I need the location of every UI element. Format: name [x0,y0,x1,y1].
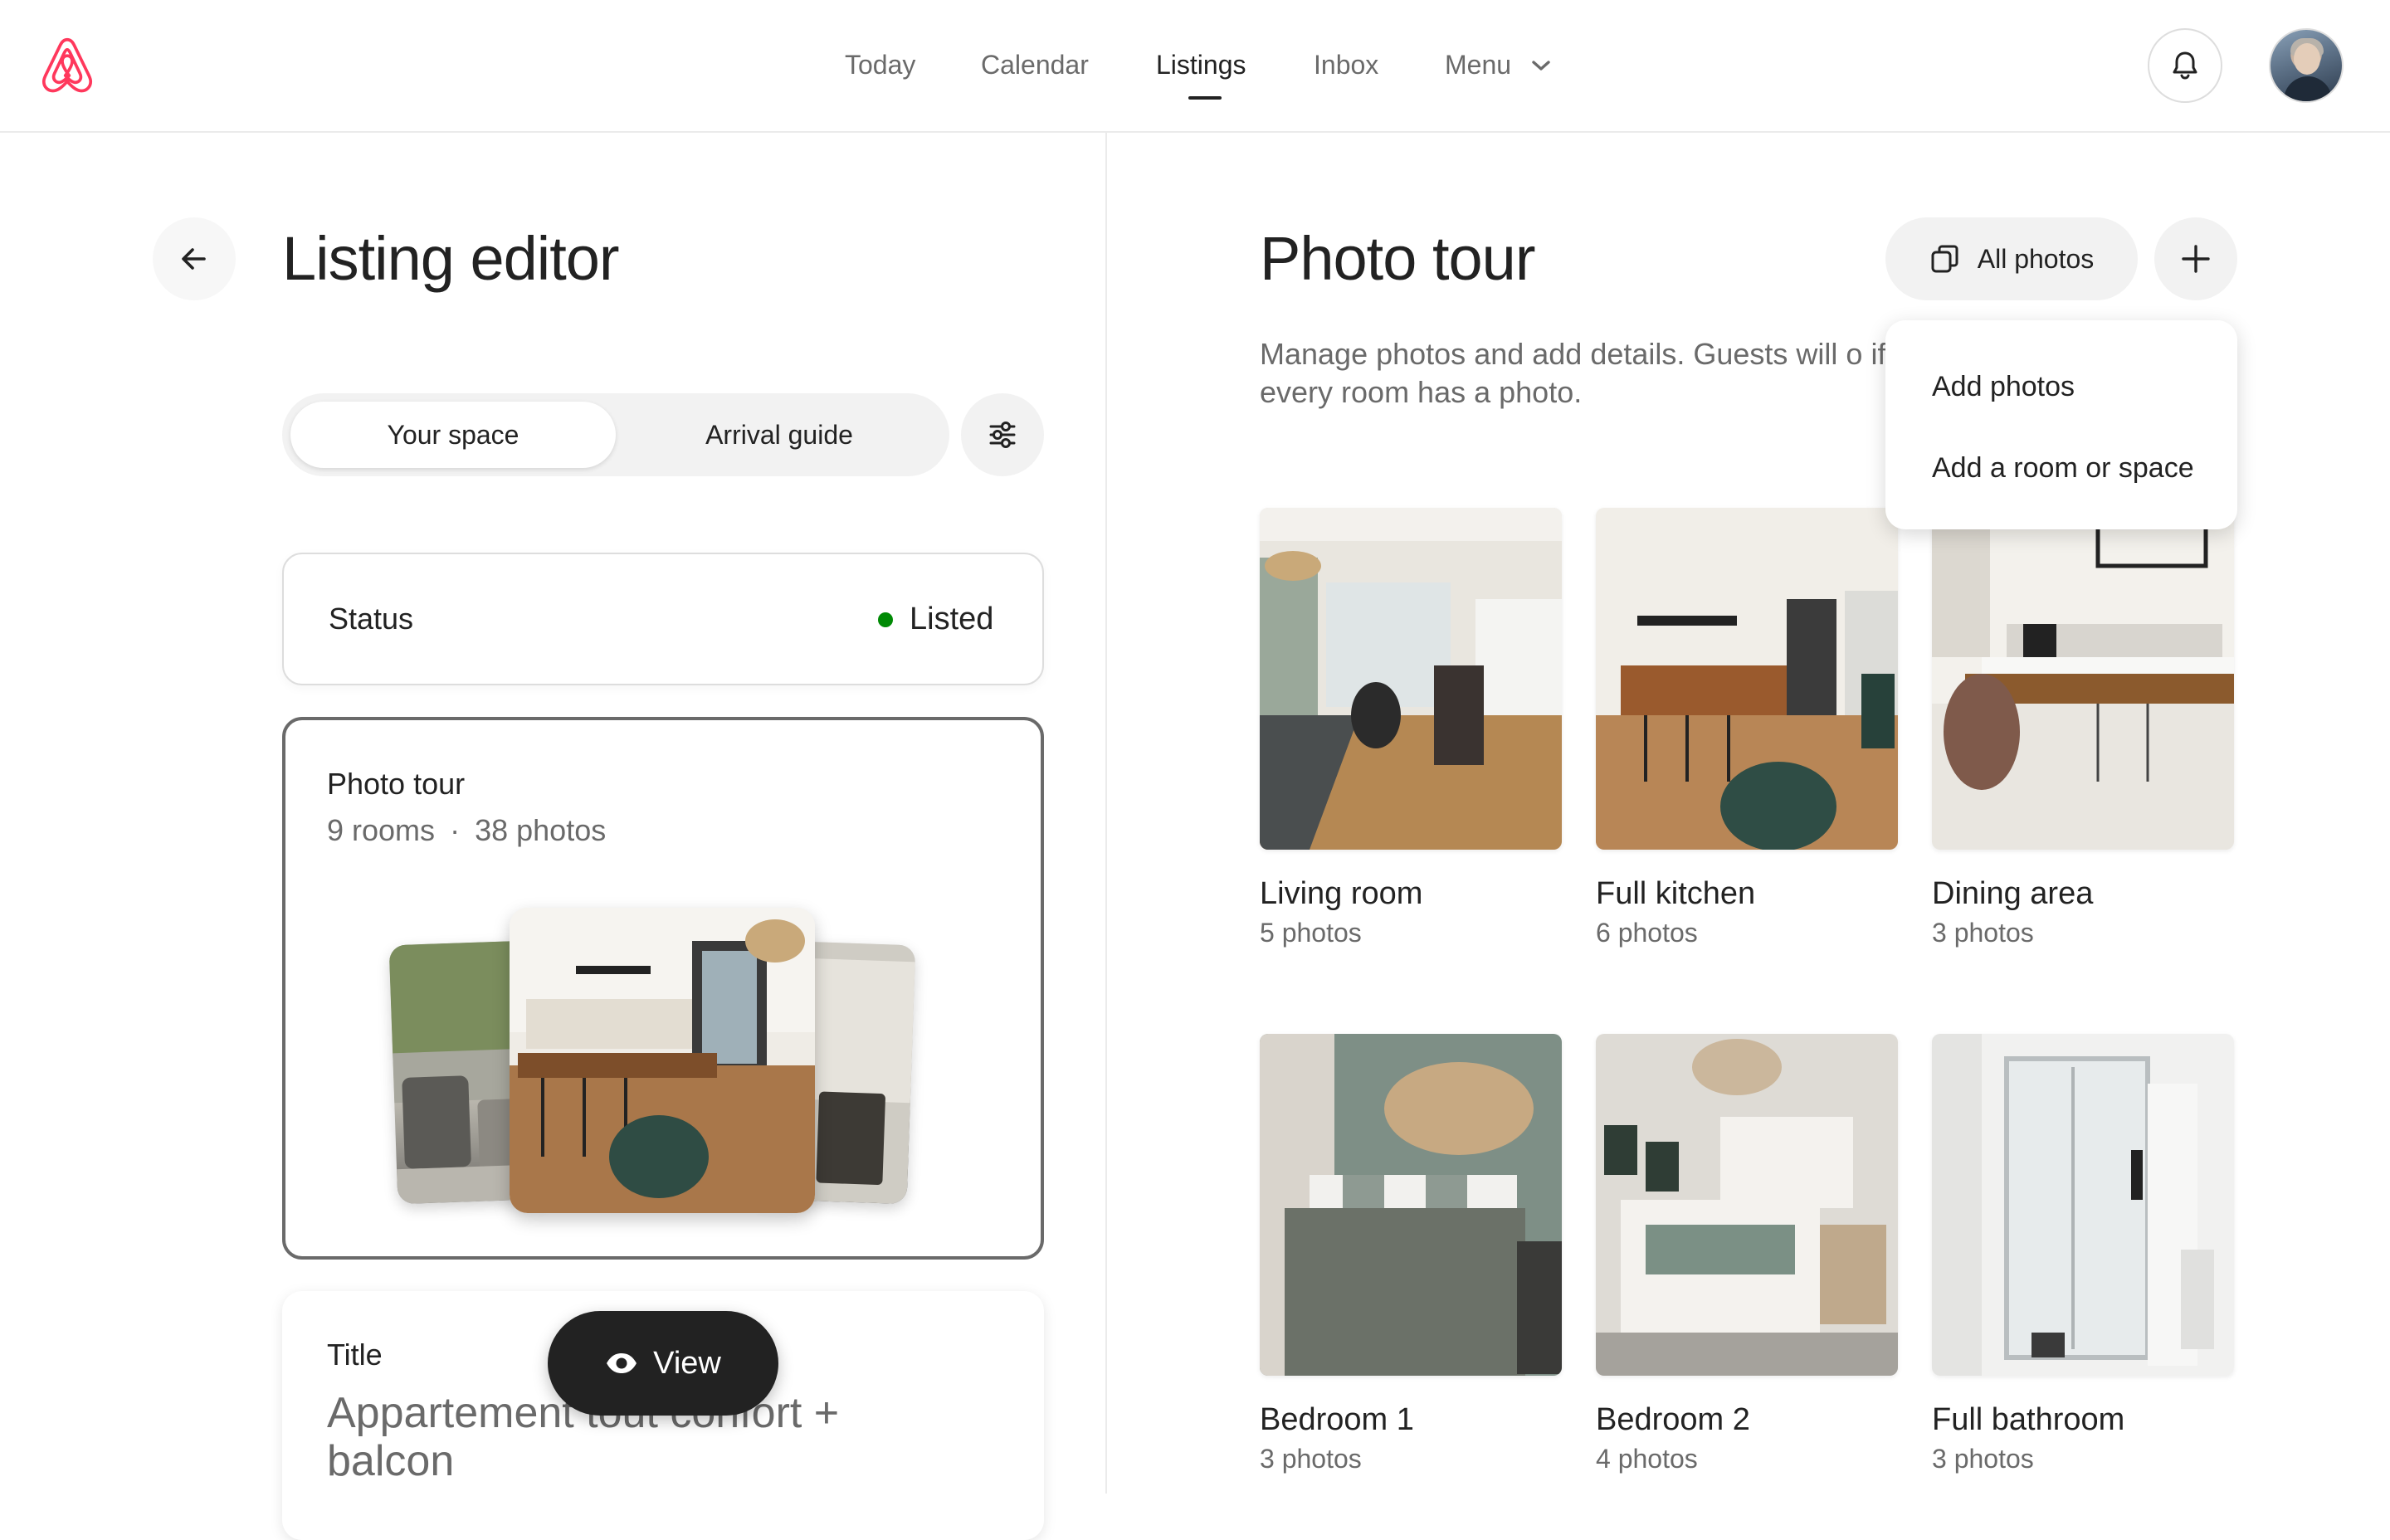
room-card-bedroom-1[interactable]: Bedroom 1 3 photos [1260,1034,1562,1474]
view-listing-button[interactable]: View [548,1311,778,1416]
room-photo [1596,508,1898,850]
back-button[interactable] [153,217,236,300]
room-name: Bedroom 1 [1260,1402,1414,1437]
room-card-full-bathroom[interactable]: Full bathroom 3 photos [1932,1034,2234,1474]
nav-listings[interactable]: Listings [1156,45,1246,85]
nav-inbox[interactable]: Inbox [1314,45,1378,85]
photos-stack-icon [1931,245,1958,273]
status-label: Status [329,602,414,636]
plus-icon [2182,245,2210,273]
sliders-icon [989,422,1016,448]
photo-tour-card-summary: 9 rooms · 38 photos [327,810,606,851]
tab-your-space[interactable]: Your space [290,402,616,468]
room-photo-count: 5 photos [1260,918,1362,948]
nav-today[interactable]: Today [845,45,915,85]
room-card-bedroom-2[interactable]: Bedroom 2 4 photos [1596,1034,1898,1474]
all-photos-label: All photos [1977,244,2095,274]
photo-tour-description: Manage photos and add details. Guests wi… [1260,337,1886,409]
room-card-full-kitchen[interactable]: Full kitchen 6 photos [1596,508,1898,948]
rooms-count: 9 rooms [327,813,436,847]
status-card[interactable]: Status Listed [282,553,1044,685]
top-navigation-bar: Today Calendar Listings Inbox Menu [0,0,2390,133]
menu-item-add-room[interactable]: Add a room or space [1932,448,2194,488]
title-card-label: Title [327,1338,383,1372]
main-nav: Today Calendar Listings Inbox Menu [0,45,2390,95]
nav-menu[interactable]: Menu [1445,45,1511,85]
room-name: Full kitchen [1596,876,1756,911]
room-photo [1932,1034,2234,1376]
space-tabs: Your space Arrival guide [282,393,949,476]
avatar-shoulders [2284,76,2332,101]
panel-divider [1105,133,1107,1494]
status-dot-icon [878,612,893,627]
stacked-photo-kitchen [510,908,815,1213]
active-tab-underline [1188,96,1222,100]
photo-tour-heading: Photo tour [1260,224,1535,293]
room-card-living-room[interactable]: Living room 5 photos [1260,508,1562,948]
tab-arrival-guide[interactable]: Arrival guide [617,402,941,468]
page-title: Listing editor [282,224,620,293]
room-photo [1596,1034,1898,1376]
room-name: Dining area [1932,876,2094,911]
photos-count: 38 photos [475,813,607,847]
notifications-button[interactable] [2148,28,2222,103]
room-photo [1932,508,2234,850]
room-name: Full bathroom [1932,1402,2125,1437]
bell-icon [2173,51,2197,80]
nav-calendar[interactable]: Calendar [981,45,1089,85]
room-photo [1260,1034,1562,1376]
avatar-face [2294,43,2320,75]
room-name: Bedroom 2 [1596,1402,1750,1437]
chevron-down-icon[interactable] [1530,58,1552,73]
room-name: Living room [1260,876,1423,911]
menu-item-add-photos[interactable]: Add photos [1932,367,2075,407]
arrow-left-icon [182,248,206,270]
room-photo-count: 3 photos [1260,1444,1362,1474]
eye-icon [607,1353,637,1373]
room-photo-count: 3 photos [1932,918,2034,948]
profile-avatar[interactable] [2269,28,2344,103]
photo-tour-card[interactable]: Photo tour 9 rooms · 38 photos [282,717,1044,1260]
room-card-dining-area[interactable]: Dining area 3 photos [1932,508,2234,948]
settings-button[interactable] [961,393,1044,476]
room-photo-count: 6 photos [1596,918,1698,948]
room-photo-count: 3 photos [1932,1444,2034,1474]
room-photo-count: 4 photos [1596,1444,1698,1474]
summary-separator: · [450,813,461,847]
view-button-label: View [653,1346,721,1381]
all-photos-button[interactable]: All photos [1885,217,2138,300]
add-button[interactable] [2154,217,2237,300]
add-menu-dropdown: Add photos Add a room or space [1885,320,2237,529]
photo-tour-card-title: Photo tour [327,767,466,801]
room-photo [1260,508,1562,850]
status-value: Listed [910,602,994,636]
